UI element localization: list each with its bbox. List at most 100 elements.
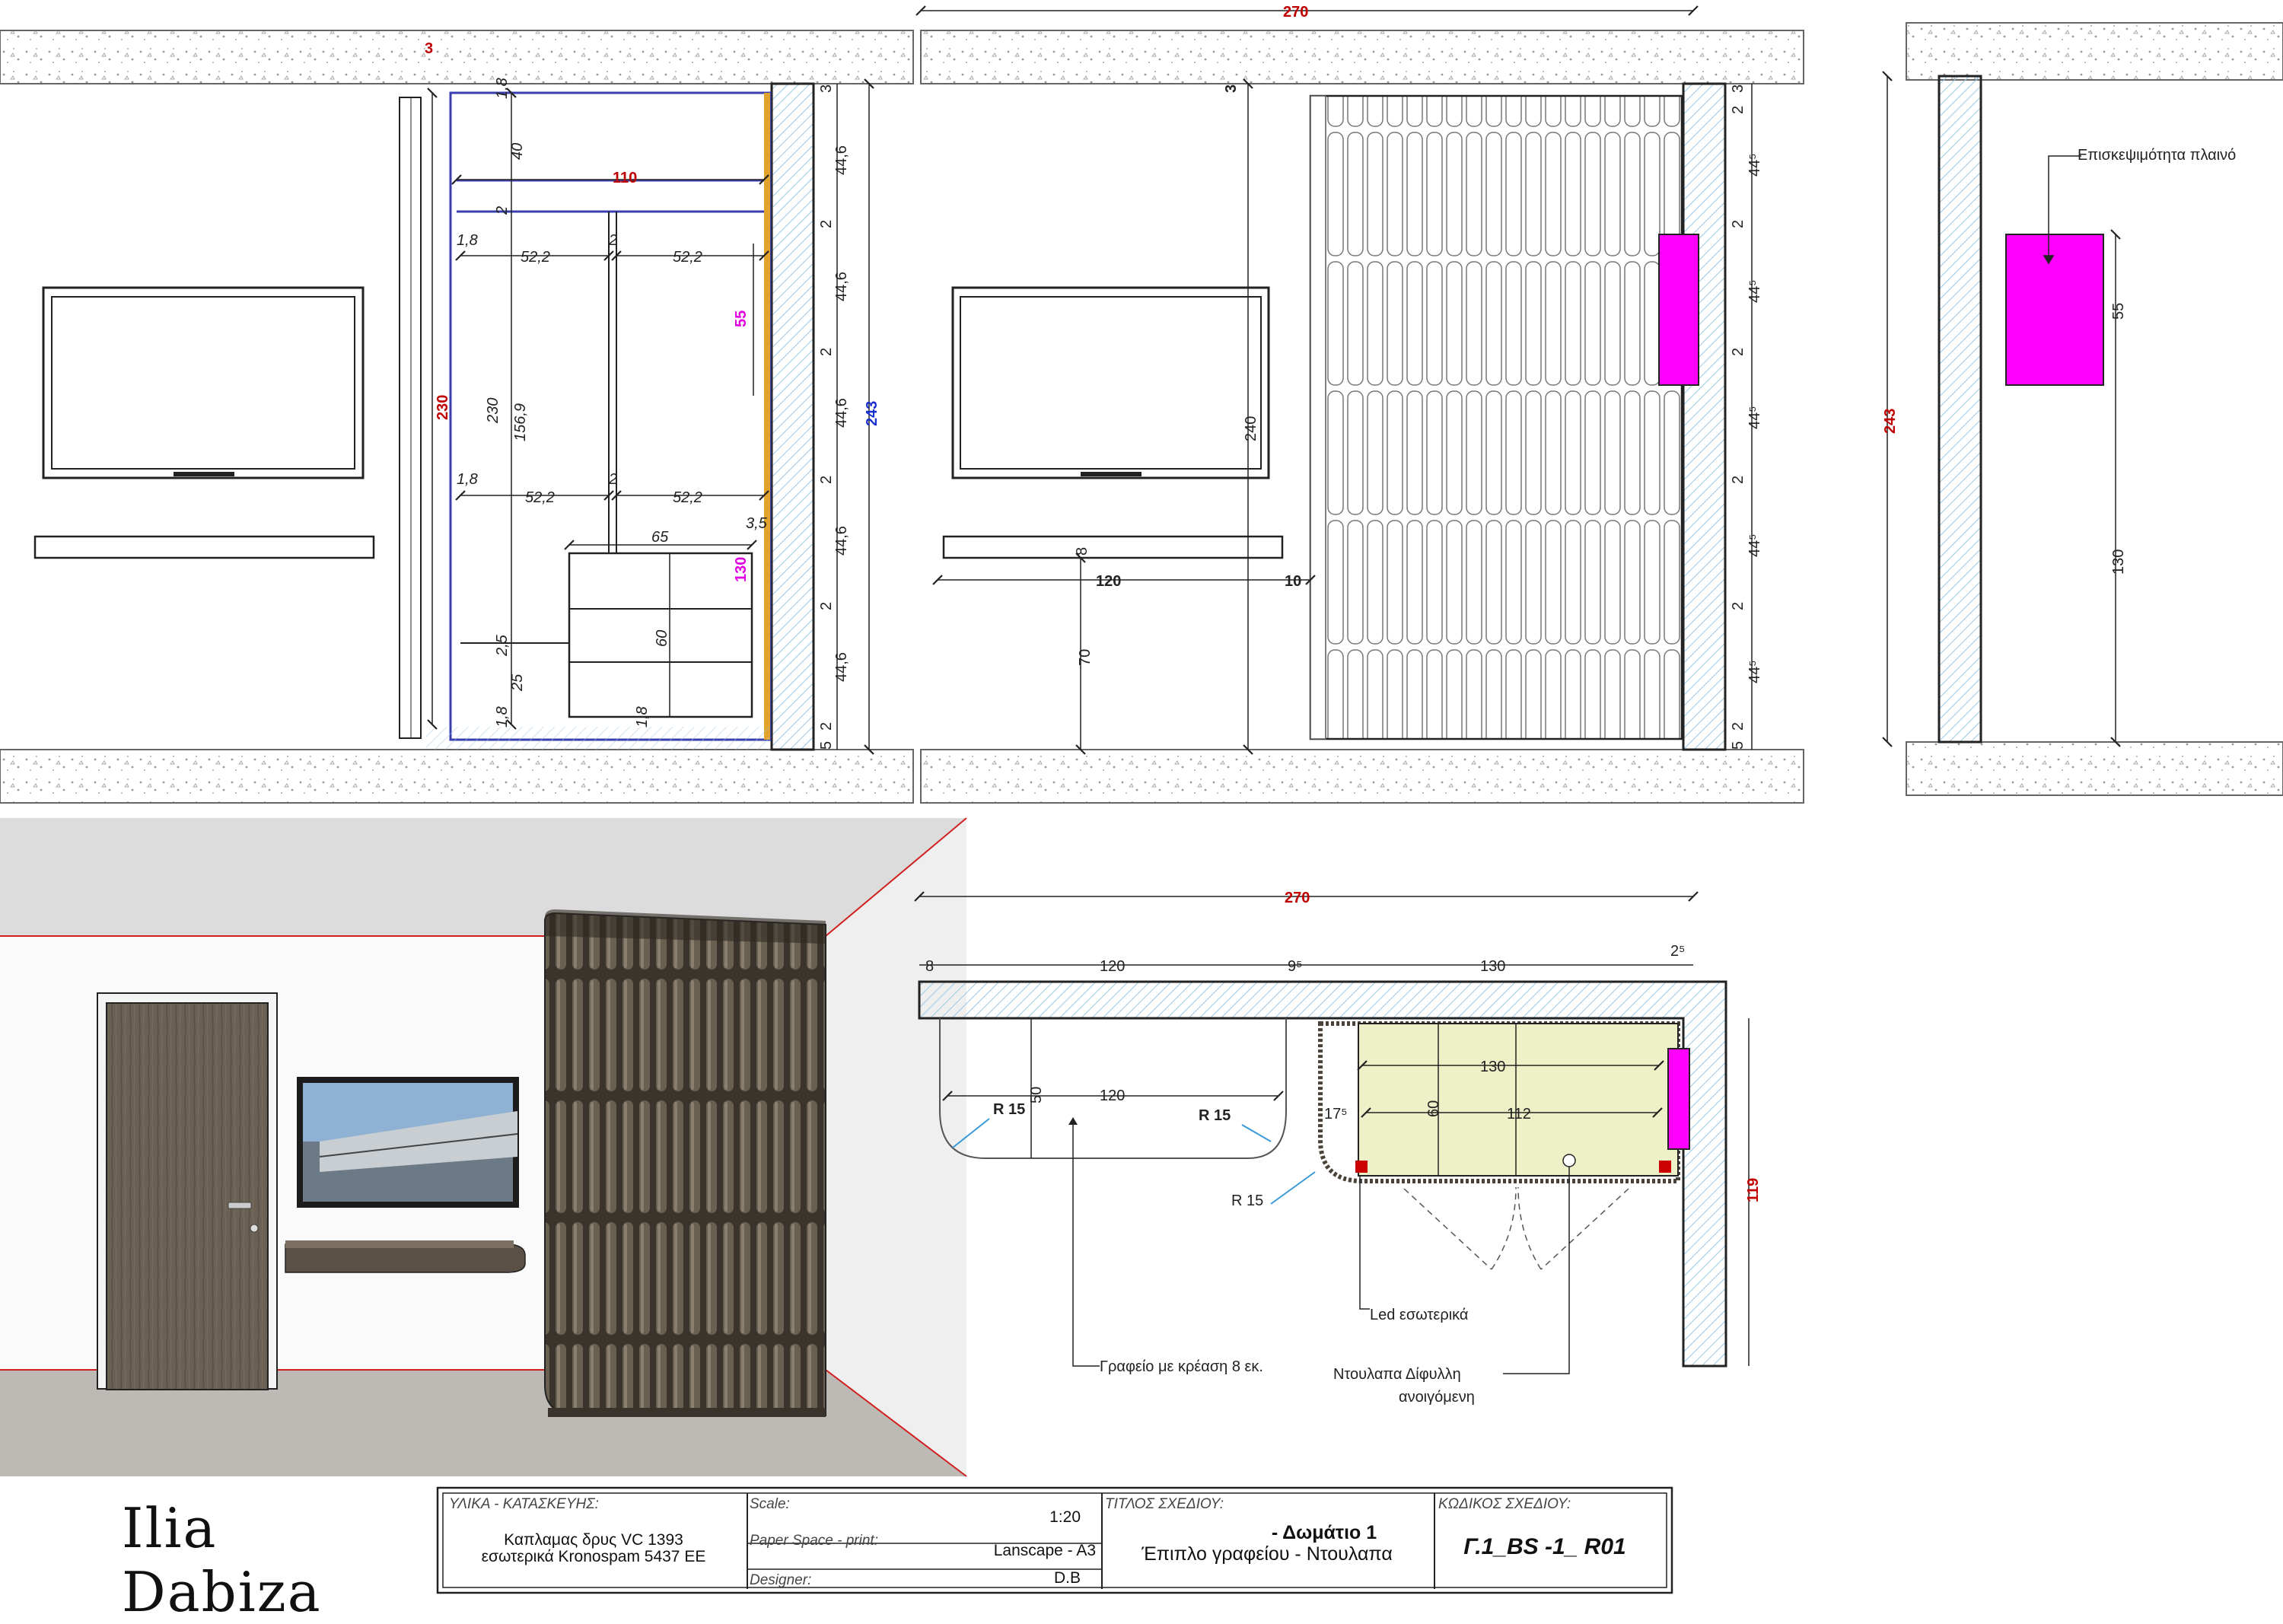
label-wardrobe-line2: ανοιγόμενη bbox=[1399, 1389, 1475, 1406]
elevation-wardrobe-front: 270 3 240 8 120 10 70 3 2 44⁵ 2 44⁵ 2 44… bbox=[915, 4, 1804, 804]
label-wardrobe-line1: Ντουλαπα Δίφυλλη bbox=[1333, 1366, 1461, 1383]
dim-a-18: 1,8 bbox=[494, 706, 511, 728]
right-dimension-chain-b: 3 2 44⁵ 2 44⁵ 2 44⁵ 2 44⁵ 2 44⁵ 2 5 bbox=[1730, 84, 1763, 750]
svg-text:44⁵: 44⁵ bbox=[1746, 279, 1763, 303]
svg-text:44,6: 44,6 bbox=[833, 652, 850, 682]
dim-height-243: 243 bbox=[864, 401, 880, 426]
dim-top-3: 3 bbox=[425, 40, 433, 57]
dim-width-110: 110 bbox=[613, 170, 637, 186]
plan-desk-50: 50 bbox=[1028, 1087, 1045, 1103]
paper-label: Paper Space - print: bbox=[750, 1533, 878, 1549]
ceiling-slab-b bbox=[920, 30, 1804, 84]
label-led: Led εσωτερικά bbox=[1370, 1307, 1468, 1323]
designer-value: D.B bbox=[1054, 1569, 1081, 1587]
plan-wardrobe-interior bbox=[1358, 1023, 1679, 1177]
svg-text:2: 2 bbox=[1730, 348, 1746, 356]
dim-b-8: 8 bbox=[1074, 547, 1091, 556]
dim-a-17: 25 bbox=[509, 673, 526, 692]
svg-text:2: 2 bbox=[818, 348, 835, 356]
dim-b-3: 3 bbox=[1223, 84, 1240, 93]
title-line2: Έπιπλο γραφείου - Ντουλαπα bbox=[1141, 1543, 1393, 1565]
plan-chain-2-5: 2⁵ bbox=[1670, 943, 1685, 960]
svg-text:2: 2 bbox=[1730, 722, 1746, 731]
side-wall-b bbox=[1682, 82, 1727, 751]
dim-a-3: 1,8 bbox=[457, 232, 478, 249]
plan-wardrobe-130: 130 bbox=[1480, 1059, 1505, 1075]
tv-screen-b bbox=[951, 286, 1270, 479]
label-desk: Γραφείο με κρέαση 8 εκ. bbox=[1100, 1358, 1263, 1375]
svg-text:44⁵: 44⁵ bbox=[1746, 406, 1763, 429]
wardrobe-door-edge bbox=[399, 97, 422, 739]
dim-c-55: 55 bbox=[2110, 303, 2127, 320]
dim-height-243-c: 243 bbox=[1882, 409, 1899, 434]
dim-55: 55 bbox=[733, 310, 750, 327]
plan-radius-corner: R 15 bbox=[1231, 1193, 1263, 1209]
dim-b-240: 240 bbox=[1243, 416, 1259, 441]
dim-a-15: 60 bbox=[654, 630, 670, 647]
designer-label: Designer: bbox=[750, 1572, 811, 1588]
svg-text:2: 2 bbox=[818, 722, 835, 731]
materials-line2: εσωτερικά Kronospam 5437 EE bbox=[482, 1548, 706, 1565]
dim-a-1: 40 bbox=[509, 143, 526, 160]
dim-a-5: 2 bbox=[608, 232, 617, 249]
plan-chain-8: 8 bbox=[925, 958, 934, 975]
led-left bbox=[1355, 1161, 1368, 1173]
svg-text:2: 2 bbox=[1730, 476, 1746, 484]
access-panel bbox=[1658, 234, 1699, 386]
tv-screen bbox=[42, 286, 365, 479]
access-panel-side bbox=[2005, 234, 2104, 386]
materials-label: ΥΛΙΚΑ - ΚΑΤΑΣΚΕΥΗΣ: bbox=[449, 1496, 599, 1512]
dim-a-9: 1,8 bbox=[457, 471, 478, 488]
ceiling-slab bbox=[0, 30, 914, 84]
desk-shelf-b bbox=[942, 535, 1284, 559]
plan-door-swings bbox=[1403, 1186, 1629, 1270]
dim-a-4: 52,2 bbox=[521, 249, 550, 266]
dim-a-7: 230 bbox=[485, 398, 501, 424]
drawing-sheet: 110 3 230 243 55 130 1,8 40 2 1,8 52,2 2… bbox=[0, 4, 2283, 1594]
svg-text:2: 2 bbox=[818, 220, 835, 228]
side-wall-c bbox=[1938, 75, 1982, 744]
scale-label: Scale: bbox=[750, 1496, 790, 1512]
plan-desk-120: 120 bbox=[1100, 1087, 1125, 1104]
dim-a-0: 1,8 bbox=[494, 78, 511, 99]
dim-a-6: 52,2 bbox=[673, 249, 702, 266]
right-dimension-chain-a: 3 44,6 2 44,6 2 44,6 2 44,6 2 44,6 2 5 bbox=[818, 84, 850, 750]
dim-a-10: 52,2 bbox=[525, 489, 555, 506]
plan-chain-130: 130 bbox=[1480, 958, 1505, 975]
svg-text:5: 5 bbox=[818, 741, 835, 750]
materials-line1: Καπλαμας δρυς VC 1393 bbox=[504, 1531, 683, 1549]
plan-wardrobe-112: 112 bbox=[1507, 1106, 1531, 1122]
title-label: ΤΙΤΛΟΣ ΣΧΕΔΙΟΥ: bbox=[1105, 1496, 1224, 1512]
led-right bbox=[1659, 1161, 1671, 1173]
plan-wardrobe-60: 60 bbox=[1425, 1100, 1442, 1117]
slatted-wardrobe-front bbox=[1309, 94, 1683, 740]
wardrobe-3d bbox=[544, 912, 826, 1416]
dim-a-8: 156,9 bbox=[512, 403, 529, 441]
svg-text:2: 2 bbox=[1730, 220, 1746, 228]
title-line1: - Δωμάτιο 1 bbox=[1272, 1522, 1377, 1543]
dim-130: 130 bbox=[733, 557, 750, 582]
svg-text:2: 2 bbox=[1730, 602, 1746, 610]
dim-a-11: 2 bbox=[608, 471, 617, 488]
plan-dim-270: 270 bbox=[1285, 890, 1310, 906]
svg-text:44,6: 44,6 bbox=[833, 526, 850, 556]
plan-chain-120: 120 bbox=[1100, 958, 1125, 975]
desk-3d bbox=[285, 1243, 526, 1273]
elevation-wardrobe-interior: 110 3 230 243 55 130 1,8 40 2 1,8 52,2 2… bbox=[0, 30, 914, 804]
code-label: ΚΩΔΙΚΟΣ ΣΧΕΔΙΟΥ: bbox=[1438, 1496, 1571, 1512]
floor-slab-b bbox=[920, 749, 1804, 804]
svg-text:3: 3 bbox=[818, 84, 835, 93]
elevation-side-panel: 243 Επισκεψιμότητα πλαινό 55 130 bbox=[1882, 22, 2283, 796]
floor-slab-c bbox=[1906, 741, 2283, 796]
dim-a-14: 65 bbox=[651, 529, 669, 546]
svg-text:44⁵: 44⁵ bbox=[1746, 153, 1763, 177]
svg-text:44,6: 44,6 bbox=[833, 145, 850, 175]
svg-text:5: 5 bbox=[1730, 741, 1746, 750]
plan-offset: 17⁵ bbox=[1324, 1106, 1348, 1122]
dim-total-270: 270 bbox=[1283, 4, 1308, 21]
dim-a-12: 52,2 bbox=[673, 489, 702, 506]
svg-text:3: 3 bbox=[1730, 84, 1746, 93]
dim-a-13: 3,5 bbox=[746, 515, 768, 532]
door bbox=[106, 1002, 269, 1390]
paper-value: Lanscape - A3 bbox=[994, 1542, 1096, 1559]
